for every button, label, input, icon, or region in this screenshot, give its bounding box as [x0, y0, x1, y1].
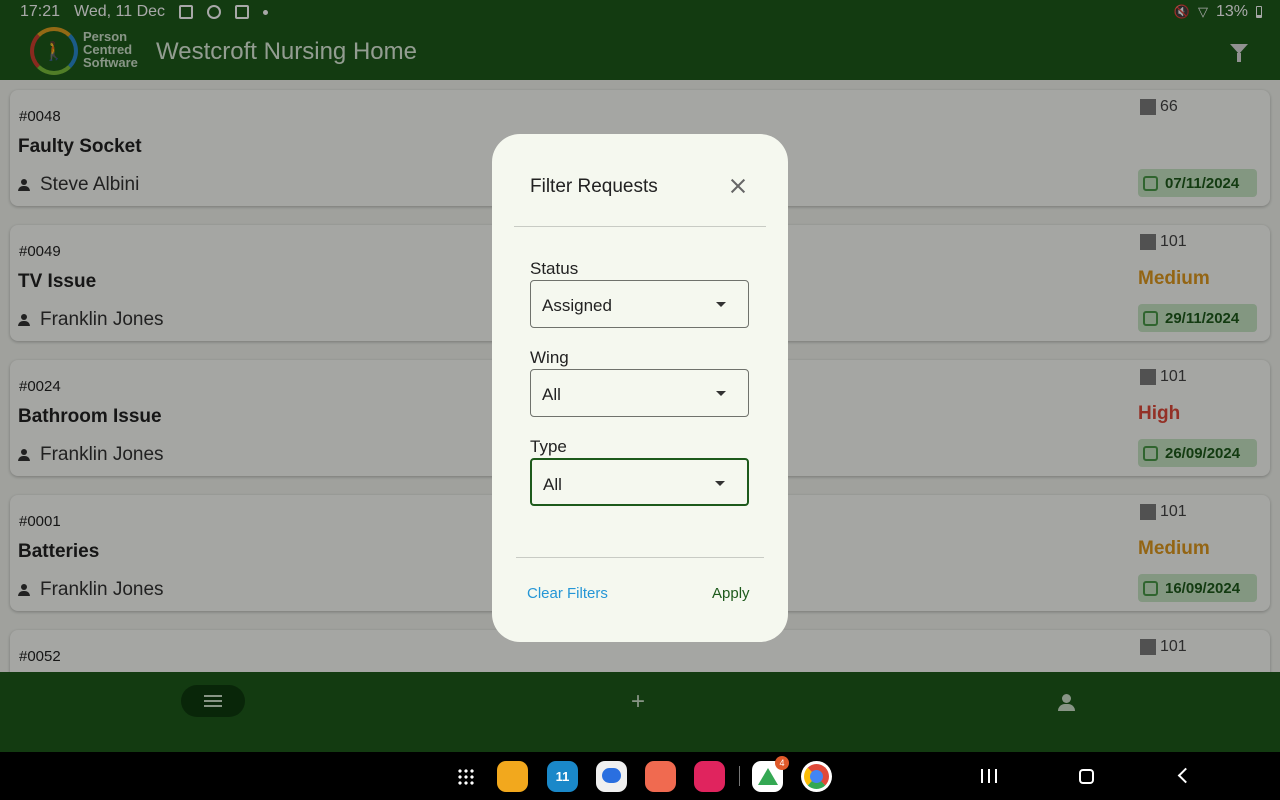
type-value: All: [543, 475, 562, 494]
recents-button[interactable]: [981, 769, 998, 783]
back-button[interactable]: [1177, 767, 1194, 784]
dialog-divider: [514, 226, 766, 227]
system-navigation-bar: 11 4: [0, 752, 1280, 800]
wing-value: All: [542, 385, 561, 404]
type-label: Type: [530, 437, 567, 456]
filter-requests-dialog: Filter Requests Status Assigned Wing All…: [492, 134, 788, 642]
status-label: Status: [530, 259, 579, 278]
type-dropdown[interactable]: All: [530, 458, 749, 506]
files-icon[interactable]: [497, 761, 528, 792]
apply-button[interactable]: Apply: [712, 585, 750, 602]
dock-separator: [739, 766, 740, 786]
wing-label: Wing: [530, 348, 569, 367]
chrome-icon[interactable]: [801, 761, 832, 792]
clear-filters-button[interactable]: Clear Filters: [527, 585, 608, 602]
caret-down-icon: [716, 391, 726, 396]
drive-badge: 4: [775, 756, 789, 770]
status-dropdown[interactable]: Assigned: [530, 280, 749, 328]
contacts-icon[interactable]: [645, 761, 676, 792]
caret-down-icon: [716, 302, 726, 307]
dialog-footer-divider: [516, 557, 764, 558]
messages-icon[interactable]: [596, 761, 627, 792]
home-button[interactable]: [1079, 769, 1094, 784]
wing-dropdown[interactable]: All: [530, 369, 749, 417]
apps-grid-icon[interactable]: [457, 768, 475, 786]
calendar-icon[interactable]: 11: [547, 761, 578, 792]
screen-recorder-icon[interactable]: [694, 761, 725, 792]
status-value: Assigned: [542, 296, 612, 315]
caret-down-icon: [715, 481, 725, 486]
dialog-title: Filter Requests: [530, 176, 658, 197]
close-icon[interactable]: [728, 176, 748, 196]
